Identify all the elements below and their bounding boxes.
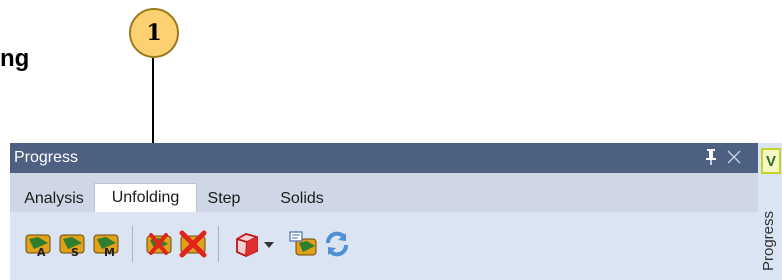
tab-strip: Analysis Unfolding Step Solids — [10, 173, 758, 212]
toolbar-separator — [218, 226, 219, 262]
unfolding-toolbar: A S M — [10, 212, 758, 280]
unfold-m-icon[interactable]: M — [92, 229, 122, 259]
panel-title-bar: Progress — [10, 143, 758, 173]
side-dock-strip: V Progress — [758, 143, 782, 280]
solid-box-icon[interactable] — [232, 229, 262, 259]
chevron-down-icon[interactable] — [264, 242, 274, 248]
svg-text:S: S — [71, 246, 79, 259]
side-tab-progress[interactable]: Progress — [760, 211, 777, 271]
pin-icon[interactable] — [703, 148, 719, 166]
remove-unfold-icon[interactable] — [144, 229, 174, 259]
callout-badge: 1 — [129, 8, 179, 58]
clear-unfold-icon[interactable] — [178, 229, 208, 259]
heading-fragment: ng — [0, 45, 30, 72]
tab-step[interactable]: Step — [199, 185, 249, 212]
panel-title: Progress — [14, 149, 79, 166]
unfold-a-icon[interactable]: A — [24, 229, 54, 259]
unfold-s-icon[interactable]: S — [58, 229, 88, 259]
unfold-settings-icon[interactable] — [288, 229, 318, 259]
tab-solids[interactable]: Solids — [272, 185, 332, 212]
svg-text:M: M — [104, 246, 115, 259]
toolbar-separator — [132, 226, 133, 262]
tab-unfolding[interactable]: Unfolding — [94, 183, 197, 212]
side-dock-button[interactable]: V — [761, 148, 781, 174]
refresh-icon[interactable] — [322, 229, 352, 259]
progress-panel: Progress Analysis Unfolding Step Solids … — [10, 143, 758, 280]
svg-text:A: A — [37, 246, 46, 259]
tab-analysis[interactable]: Analysis — [14, 185, 94, 212]
close-icon[interactable] — [727, 150, 741, 164]
